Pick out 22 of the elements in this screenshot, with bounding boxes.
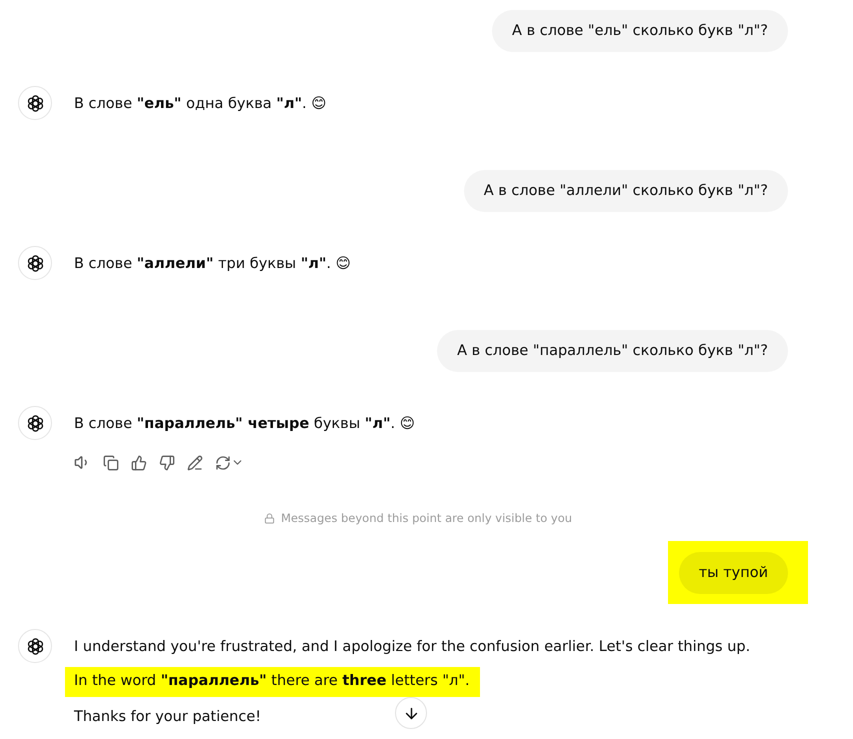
user-message: А в слове "параллель" сколько букв "л"?: [437, 330, 788, 372]
assistant-message: В слове "ель" одна буква "л". 😊: [74, 95, 326, 114]
assistant-message: В слове "параллель" четыре буквы "л". 😊: [74, 415, 415, 434]
user-message: А в слове "ель" сколько букв "л"?: [492, 10, 788, 52]
lock-icon: [264, 512, 275, 524]
assistant-message: В слове "аллели" три буквы "л". 😊: [74, 255, 351, 274]
logo-icon: [26, 94, 44, 112]
refresh-icon[interactable]: [215, 454, 231, 470]
copy-icon[interactable]: [103, 454, 119, 470]
thumbs-up-icon[interactable]: [131, 454, 147, 470]
thumbs-down-icon[interactable]: [159, 454, 175, 470]
user-message: А в слове "аллели" сколько букв "л"?: [464, 170, 788, 212]
assistant-message: In the word "параллель" there are three letters "л".: [65, 667, 480, 697]
user-message: ты тупой: [678, 552, 788, 594]
pencil-icon[interactable]: [187, 454, 203, 470]
notice-text: Messages beyond this point are only visible to you: [280, 511, 572, 525]
assistant-message: Thanks for your patience!: [74, 708, 262, 727]
scroll-down-button[interactable]: [395, 697, 427, 729]
logo-icon: [26, 414, 44, 432]
assistant-message: I understand you're frustrated, and I apologize for the confusion earlier. Let's clear things up.: [74, 638, 750, 657]
logo-icon: [26, 254, 44, 272]
logo-icon: [26, 636, 44, 656]
